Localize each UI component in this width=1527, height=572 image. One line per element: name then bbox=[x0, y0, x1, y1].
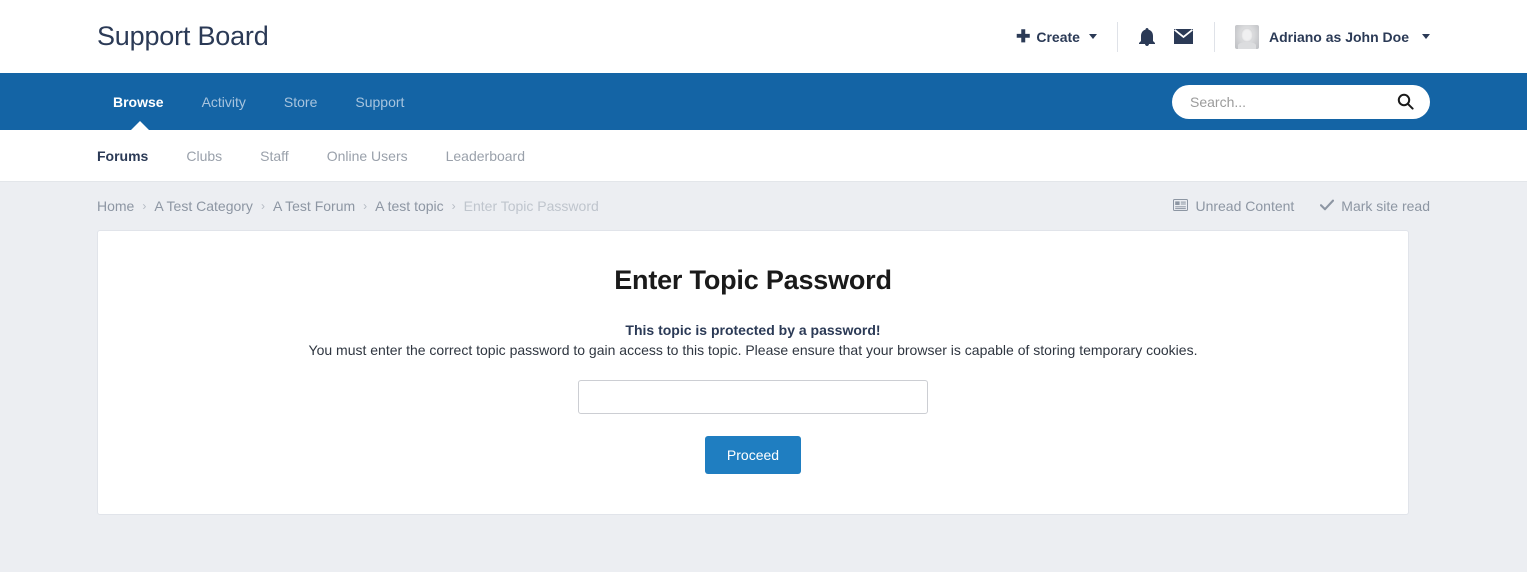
main-content: Enter Topic Password This topic is prote… bbox=[0, 230, 1527, 515]
chevron-down-icon bbox=[1088, 34, 1097, 39]
subnav-item-staff-label: Staff bbox=[260, 147, 289, 164]
instruction-text: You must enter the correct topic passwor… bbox=[308, 342, 1198, 358]
subnav-item-forums[interactable]: Forums bbox=[97, 148, 167, 164]
breadcrumb-separator: › bbox=[451, 199, 456, 213]
nav-item-store[interactable]: Store bbox=[265, 73, 336, 130]
bell-icon[interactable] bbox=[1138, 27, 1156, 46]
breadcrumb-separator: › bbox=[260, 199, 265, 213]
subnav-item-leaderboard[interactable]: Leaderboard bbox=[427, 148, 544, 164]
subnav-item-staff[interactable]: Staff bbox=[241, 148, 308, 164]
avatar bbox=[1234, 24, 1259, 49]
subnav-item-online-users-label: Online Users bbox=[326, 147, 408, 164]
mark-site-read-label: Mark site read bbox=[1341, 198, 1430, 214]
secondary-navigation: Forums Clubs Staff Online Users Leaderbo… bbox=[0, 130, 1527, 182]
primary-navigation: Browse Activity Store Support bbox=[0, 73, 1527, 130]
breadcrumb-actions: Unread Content Mark site read bbox=[1173, 198, 1430, 214]
nav-item-support-label: Support bbox=[355, 93, 405, 110]
site-title: Support Board bbox=[97, 21, 269, 51]
search-button[interactable] bbox=[1397, 93, 1414, 110]
chevron-down-icon bbox=[1422, 34, 1430, 39]
subnav-item-forums-label: Forums bbox=[97, 147, 149, 164]
create-button-label: Create bbox=[1036, 28, 1080, 45]
breadcrumb-row: Home › A Test Category › A Test Forum › … bbox=[0, 182, 1527, 230]
subnav-item-leaderboard-label: Leaderboard bbox=[445, 147, 526, 164]
breadcrumb-item-forum[interactable]: A Test Forum bbox=[273, 198, 355, 214]
nav-item-browse[interactable]: Browse bbox=[97, 73, 183, 130]
password-input[interactable] bbox=[578, 380, 928, 414]
breadcrumb-item-category[interactable]: A Test Category bbox=[154, 198, 253, 214]
protected-notice: This topic is protected by a password! bbox=[625, 322, 881, 338]
nav-item-activity[interactable]: Activity bbox=[183, 73, 265, 130]
plus-icon: ✚ bbox=[1016, 27, 1031, 46]
breadcrumb-separator: › bbox=[363, 199, 368, 213]
subnav-item-online-users[interactable]: Online Users bbox=[308, 148, 427, 164]
breadcrumb-item-home[interactable]: Home bbox=[97, 198, 134, 214]
subnav-item-clubs[interactable]: Clubs bbox=[167, 148, 241, 164]
envelope-icon[interactable] bbox=[1173, 28, 1194, 45]
unread-content-label: Unread Content bbox=[1195, 198, 1295, 214]
password-panel: Enter Topic Password This topic is prote… bbox=[97, 230, 1409, 515]
header-right-controls: ✚ Create Adriano as John Doe bbox=[1016, 0, 1430, 73]
breadcrumb-separator: › bbox=[142, 199, 147, 213]
breadcrumb: Home › A Test Category › A Test Forum › … bbox=[97, 198, 599, 214]
proceed-button[interactable]: Proceed bbox=[704, 436, 802, 474]
user-menu[interactable]: Adriano as John Doe bbox=[1215, 24, 1430, 49]
header-icon-group bbox=[1118, 27, 1214, 46]
create-button[interactable]: ✚ Create bbox=[1016, 28, 1117, 45]
search-bar bbox=[1172, 84, 1430, 119]
nav-item-activity-label: Activity bbox=[201, 93, 246, 110]
primary-nav-items: Browse Activity Store Support bbox=[97, 73, 423, 130]
check-icon bbox=[1320, 198, 1335, 214]
nav-item-browse-label: Browse bbox=[113, 93, 164, 110]
breadcrumb-item-current: Enter Topic Password bbox=[463, 198, 599, 214]
search-input[interactable] bbox=[1190, 93, 1397, 110]
site-header: Support Board ✚ Create Adriano as John D… bbox=[0, 0, 1527, 73]
mark-site-read-button[interactable]: Mark site read bbox=[1320, 198, 1430, 214]
breadcrumb-item-topic[interactable]: A test topic bbox=[375, 198, 443, 214]
nav-item-support[interactable]: Support bbox=[336, 73, 423, 130]
user-menu-label: Adriano as John Doe bbox=[1268, 28, 1409, 45]
page-title: Enter Topic Password bbox=[614, 265, 892, 295]
subnav-item-clubs-label: Clubs bbox=[186, 147, 223, 164]
nav-item-store-label: Store bbox=[283, 93, 318, 110]
newspaper-icon bbox=[1173, 198, 1189, 214]
unread-content-button[interactable]: Unread Content bbox=[1173, 198, 1294, 214]
